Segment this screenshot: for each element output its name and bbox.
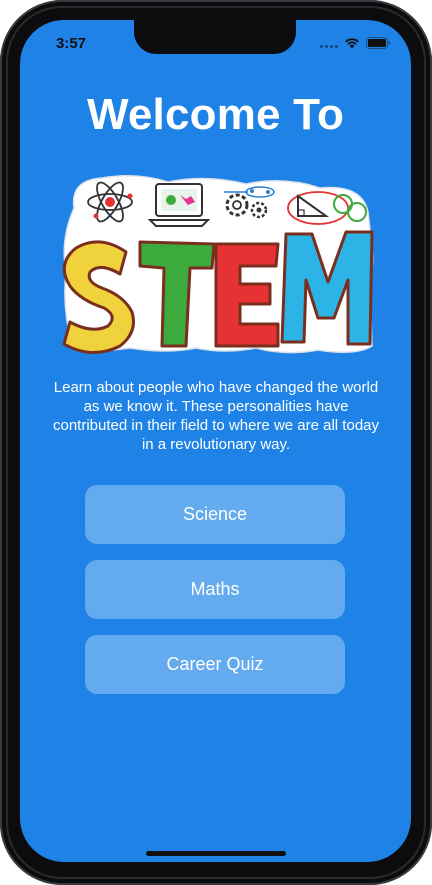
wifi-icon	[344, 37, 360, 49]
stem-e-letter	[214, 242, 280, 348]
science-button[interactable]: Science	[85, 485, 345, 544]
intro-description: Learn about people who have changed the …	[52, 379, 379, 453]
stem-logo	[62, 175, 374, 354]
maths-button[interactable]: Maths	[85, 560, 345, 619]
home-indicator[interactable]	[146, 851, 286, 856]
app-screen: 3:57 Welcome To Learn about people who h…	[20, 20, 411, 862]
camera-notch	[134, 20, 296, 54]
status-icons	[320, 37, 391, 49]
laptop-icon	[147, 183, 211, 227]
status-time: 3:57	[56, 35, 87, 52]
signal-icon	[320, 38, 338, 48]
career-quiz-button[interactable]: Career Quiz	[85, 635, 345, 694]
battery-icon	[366, 37, 391, 49]
phone-frame: 3:57 Welcome To Learn about people who h…	[0, 0, 432, 885]
page-title: Welcome To	[86, 90, 345, 139]
